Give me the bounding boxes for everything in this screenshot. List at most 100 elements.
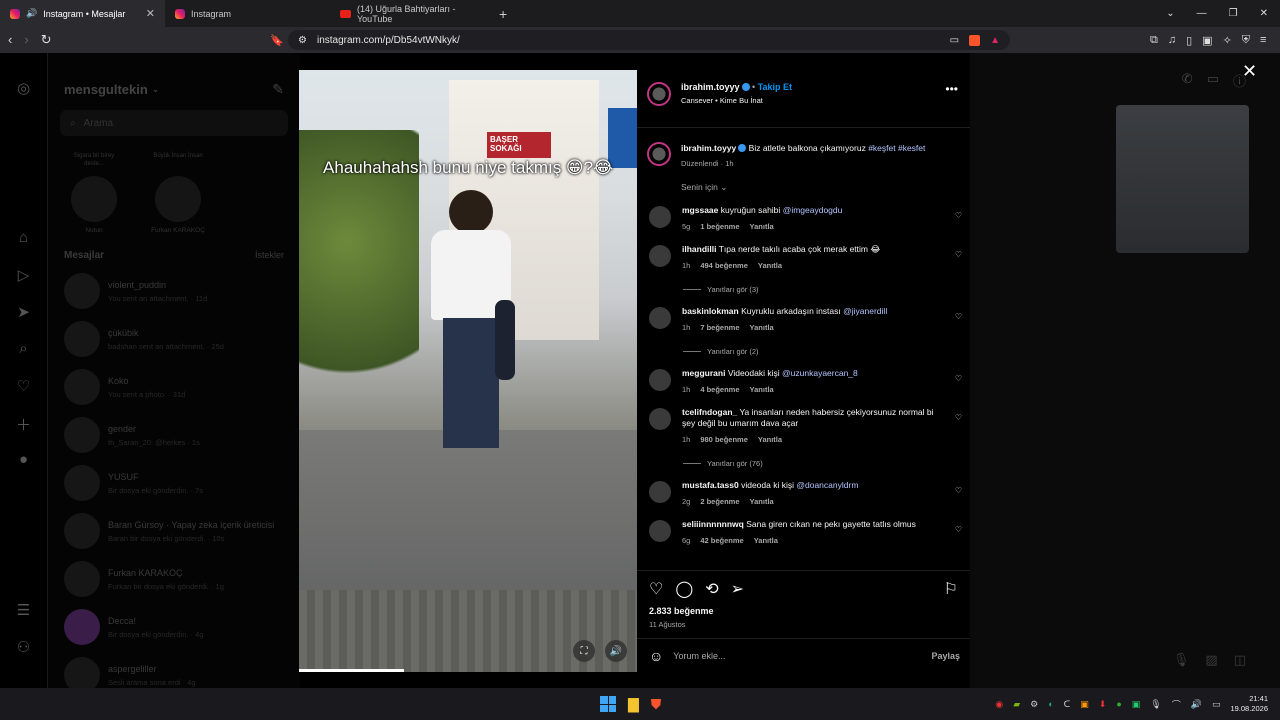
comment-like-icon[interactable]: ♡ (955, 374, 962, 383)
conversation-item[interactable]: Baran Gürsoy · Yapay zeka içerik üretici… (48, 507, 300, 555)
tab-list-icon[interactable]: ⌄ (1166, 8, 1174, 19)
reply-button[interactable]: Yanıtla (750, 384, 774, 395)
tray-app-icon[interactable]: ᑕ (1064, 699, 1071, 710)
home-icon[interactable]: ⌂ (19, 229, 28, 266)
comment-author[interactable]: mustafa.tass0 (682, 480, 739, 490)
messages-icon[interactable]: ➤ (17, 303, 30, 340)
nvidia-icon[interactable]: ▰ (1013, 699, 1020, 710)
windows-start-icon[interactable] (600, 696, 616, 712)
vpn-icon[interactable]: ⛨ (1242, 34, 1250, 47)
wallet-icon[interactable]: ▣ (1202, 34, 1212, 47)
file-explorer-icon[interactable]: ▇ (628, 696, 639, 713)
comment-mention[interactable]: @imgeaydogdu (783, 205, 843, 215)
comment-mention[interactable]: @doancanyldrm (796, 480, 858, 490)
comment-sort-dropdown[interactable]: Senin için ⌄ (637, 170, 970, 193)
comment-author[interactable]: tcelifndogan_ (682, 407, 737, 417)
back-icon[interactable]: ‹ (8, 32, 12, 48)
more-options-icon[interactable]: ••• (945, 82, 958, 96)
search-icon[interactable]: ⌕ (19, 340, 27, 377)
comment-like-icon[interactable]: ♡ (955, 486, 962, 495)
leo-ai-icon[interactable]: ✧ (1223, 34, 1232, 47)
clock[interactable]: 21:41 19.08.2026 (1230, 694, 1268, 714)
menu-icon[interactable]: ≡ (1260, 34, 1266, 47)
profile-icon[interactable]: ● (19, 451, 28, 601)
phone-icon[interactable]: ✆ (1182, 71, 1193, 90)
view-replies-button[interactable]: Yanıtları gör (76) (637, 445, 970, 468)
dm-username[interactable]: mensgultekin (64, 82, 148, 97)
reply-button[interactable]: Yanıtla (750, 496, 774, 507)
video-call-icon[interactable]: ▭ (1207, 71, 1219, 90)
tab-instagram[interactable]: Instagram (165, 0, 330, 27)
post-video[interactable]: BAŞER SOKAĞI Ahauhahahsh bunu niye takmı… (299, 70, 637, 672)
tray-app-icon[interactable]: ⬇ (1099, 699, 1107, 710)
avatar[interactable] (649, 481, 671, 503)
likes-count[interactable]: 2.833 beğenme (649, 606, 714, 616)
caption-hashtags[interactable]: #keşfet #kesfet (868, 143, 925, 153)
avatar[interactable] (647, 142, 671, 166)
sidebar-icon[interactable]: ▯ (1186, 34, 1192, 47)
comment-mention[interactable]: @uzunkayaercan_8 (782, 368, 858, 378)
conversation-item[interactable]: Koko You sent a photo. · 31d (48, 363, 300, 411)
sticker-icon[interactable]: ◫ (1234, 652, 1246, 668)
wifi-icon[interactable]: ⌒ (1172, 698, 1181, 711)
reply-button[interactable]: Yanıtla (754, 535, 778, 546)
requests-link[interactable]: İstekler (255, 250, 284, 261)
author-name[interactable]: ibrahim.toyyy (681, 82, 740, 92)
create-icon[interactable]: ＋ (16, 414, 31, 451)
comment-input[interactable]: Yorum ekle... (673, 651, 725, 661)
comment-like-icon[interactable]: ♡ (955, 250, 962, 259)
view-replies-button[interactable]: Yanıtları gör (3) (637, 271, 970, 294)
comment-author[interactable]: mgssaae (682, 205, 718, 215)
audio-line[interactable]: Cansever • Kime Bu İnat (681, 96, 792, 105)
repost-icon[interactable]: ⟲ (705, 579, 718, 599)
instagram-logo-icon[interactable]: ◎ (17, 79, 30, 229)
bookmark-icon[interactable]: 🔖 (270, 34, 288, 47)
note-item[interactable]: Büyük İnsan İnsan Furkan KARAKOÇ (148, 152, 208, 234)
new-tab-icon[interactable]: + (499, 6, 507, 22)
comment-author[interactable]: baskinlokman (682, 306, 739, 316)
conversation-item[interactable]: Decca! Bir dosya eki gönderdin. · 4g (48, 603, 300, 651)
cast-icon[interactable]: ▭ (950, 35, 959, 46)
image-icon[interactable]: ▨ (1205, 652, 1217, 668)
avatar[interactable] (649, 307, 671, 329)
reply-button[interactable]: Yanıtla (758, 434, 782, 445)
brave-rewards-icon[interactable]: ▲ (990, 35, 1000, 46)
avatar[interactable] (649, 408, 671, 430)
volume-icon[interactable]: 🔊 (1191, 699, 1202, 710)
comment-like-icon[interactable]: ♡ (955, 211, 962, 220)
comment-likes[interactable]: 494 beğenme (700, 260, 748, 271)
avatar[interactable] (649, 369, 671, 391)
post-comment-button[interactable]: Paylaş (931, 651, 960, 661)
close-tab-icon[interactable]: ✕ (146, 7, 155, 20)
extensions-icon[interactable]: ⧉ (1150, 34, 1158, 47)
save-icon[interactable]: ⚐ (944, 579, 958, 599)
reply-button[interactable]: Yanıtla (750, 221, 774, 232)
brave-browser-icon[interactable]: ⛊ (651, 696, 662, 713)
comment-mention[interactable]: @jiyanerdill (843, 306, 887, 316)
threads-icon[interactable]: ⚇ (17, 638, 30, 675)
comment-likes[interactable]: 42 beğenme (700, 535, 743, 546)
share-icon[interactable]: ➢ (731, 579, 744, 599)
avatar[interactable] (649, 206, 671, 228)
video-progress-bar[interactable] (299, 669, 404, 672)
comment-likes[interactable]: 2 beğenme (700, 496, 739, 507)
note-item[interactable]: Sigara bir birey deste... Notun (64, 152, 124, 234)
close-window-icon[interactable]: ✕ (1260, 8, 1268, 19)
comment-author[interactable]: ilhandilli (682, 244, 716, 254)
conversation-item[interactable]: YUSUF Bir dosya eki gönderdin. · 7s (48, 459, 300, 507)
reload-icon[interactable]: ↻ (41, 32, 52, 48)
reply-button[interactable]: Yanıtla (750, 322, 774, 333)
tab-youtube[interactable]: (14) Uğurla Bahtiyarları - YouTube (330, 0, 495, 27)
tab-instagram-messages[interactable]: 🔊 Instagram • Mesajlar ✕ (0, 0, 165, 27)
conversation-item[interactable]: çükübik badshan sent an attachment. · 25d (48, 315, 300, 363)
minimize-icon[interactable]: — (1197, 8, 1207, 19)
reels-icon[interactable]: ▷ (18, 266, 30, 303)
tray-app-icon[interactable]: ● (1116, 699, 1121, 709)
avatar[interactable] (647, 82, 671, 106)
shared-video-thumbnail[interactable] (1116, 105, 1249, 253)
site-info-icon[interactable]: ⚙ (298, 35, 307, 46)
follow-button[interactable]: Takip Et (758, 82, 792, 92)
forward-icon[interactable]: › (24, 32, 28, 48)
conversation-item[interactable]: violent_puddin You sent an attachment. · … (48, 267, 300, 315)
new-message-icon[interactable]: ✎ (272, 81, 284, 98)
